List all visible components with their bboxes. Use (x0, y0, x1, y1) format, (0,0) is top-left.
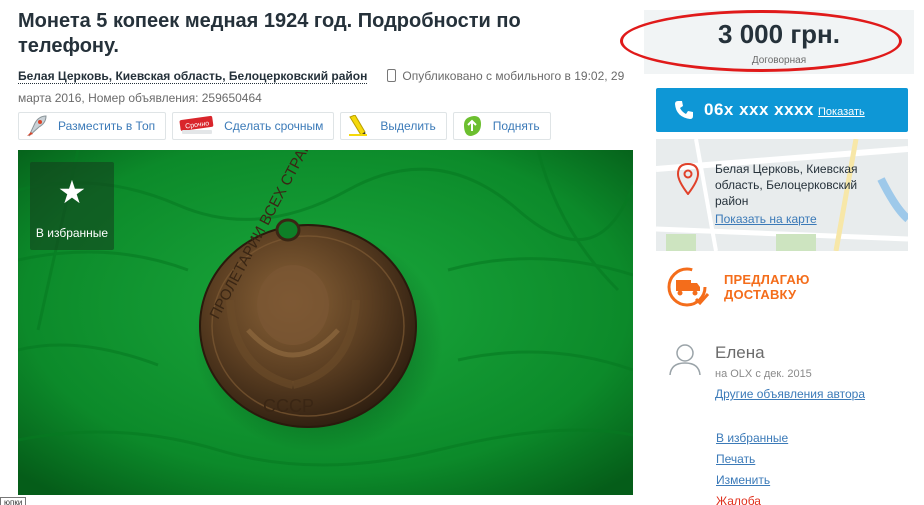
listing-location[interactable]: Белая Церковь, Киевская область, Белоцер… (18, 69, 368, 84)
user-avatar-icon (669, 344, 701, 376)
print-link[interactable]: Печать (716, 449, 788, 470)
up-arrow-leaf-icon (460, 115, 484, 137)
marker-pen-icon (347, 114, 371, 137)
photo-favorite-label: В избранные (35, 226, 109, 240)
seller-info: Елена на OLX с дек. 2015 Другие объявлен… (668, 340, 908, 410)
corner-tooltip: юпки (0, 497, 27, 505)
urgent-tag-icon: Срочно (179, 115, 215, 137)
map-address-card: Белая Церковь, Киевская область, Белоцер… (664, 153, 878, 233)
report-link[interactable]: Жалоба (716, 491, 788, 505)
phone-handset-icon (675, 101, 693, 119)
seller-name: Елена (715, 343, 765, 362)
price-box: 3 000 грн. Договорная (644, 10, 914, 74)
delivery-line1: ПРЕДЛАГАЮ (724, 272, 810, 287)
make-urgent-button[interactable]: Срочно Сделать срочным (172, 112, 335, 140)
listing-actions: В избранные Печать Изменить Жалоба (716, 428, 788, 505)
phone-number-masked: 06x xxx xxxx (704, 100, 814, 119)
show-phone-link[interactable]: Показать (818, 106, 865, 118)
listing-title: Монета 5 копеек медная 1924 год. Подробн… (18, 10, 521, 57)
make-urgent-label: Сделать срочным (224, 119, 324, 133)
photo-favorite-button[interactable]: ★ В избранные (30, 162, 114, 250)
seller-since: на OLX с дек. 2015 (715, 368, 812, 380)
add-to-favorites-link[interactable]: В избранные (716, 428, 788, 449)
coin-inscription-bottom: СССР (263, 396, 314, 416)
show-on-map-link[interactable]: Показать на карте (715, 212, 817, 226)
map-preview[interactable]: Белая Церковь, Киевская область, Белоцер… (656, 139, 908, 251)
highlight-button[interactable]: Выделить (340, 112, 447, 140)
delivery-text: ПРЕДЛАГАЮ ДОСТАВКУ (724, 272, 810, 302)
mobile-phone-icon (387, 69, 397, 82)
promo-toolbar: Разместить в Топ Срочно Сделать срочным … (18, 112, 551, 140)
rocket-icon (25, 115, 49, 137)
promote-top-label: Разместить в Топ (58, 119, 156, 133)
map-address: Белая Церковь, Киевская область, Белоцер… (715, 162, 858, 208)
delivery-line2: ДОСТАВКУ (724, 287, 797, 302)
bump-up-label: Поднять (492, 119, 540, 133)
listing-meta: Белая Церковь, Киевская область, Белоцер… (18, 65, 638, 109)
price-value: 3 000 грн. (718, 19, 840, 49)
listing-photo[interactable]: ПРОЛЕТАРИИ ВСЕХ СТРАН СССР ★ В избранные (18, 150, 633, 495)
map-pin-icon (676, 163, 700, 195)
delivery-truck-icon (667, 267, 710, 307)
promote-top-button[interactable]: Разместить в Топ (18, 112, 167, 140)
highlight-label: Выделить (380, 119, 436, 133)
show-phone-button[interactable]: 06x xxx xxxx Показать (656, 88, 908, 132)
edit-link[interactable]: Изменить (716, 470, 788, 491)
seller-other-ads-link[interactable]: Другие объявления автора (715, 387, 865, 401)
delivery-offer[interactable]: ПРЕДЛАГАЮ ДОСТАВКУ (666, 266, 810, 308)
star-icon: ★ (57, 174, 87, 210)
price-negotiable: Договорная (751, 55, 807, 66)
bump-up-button[interactable]: Поднять (452, 112, 551, 140)
